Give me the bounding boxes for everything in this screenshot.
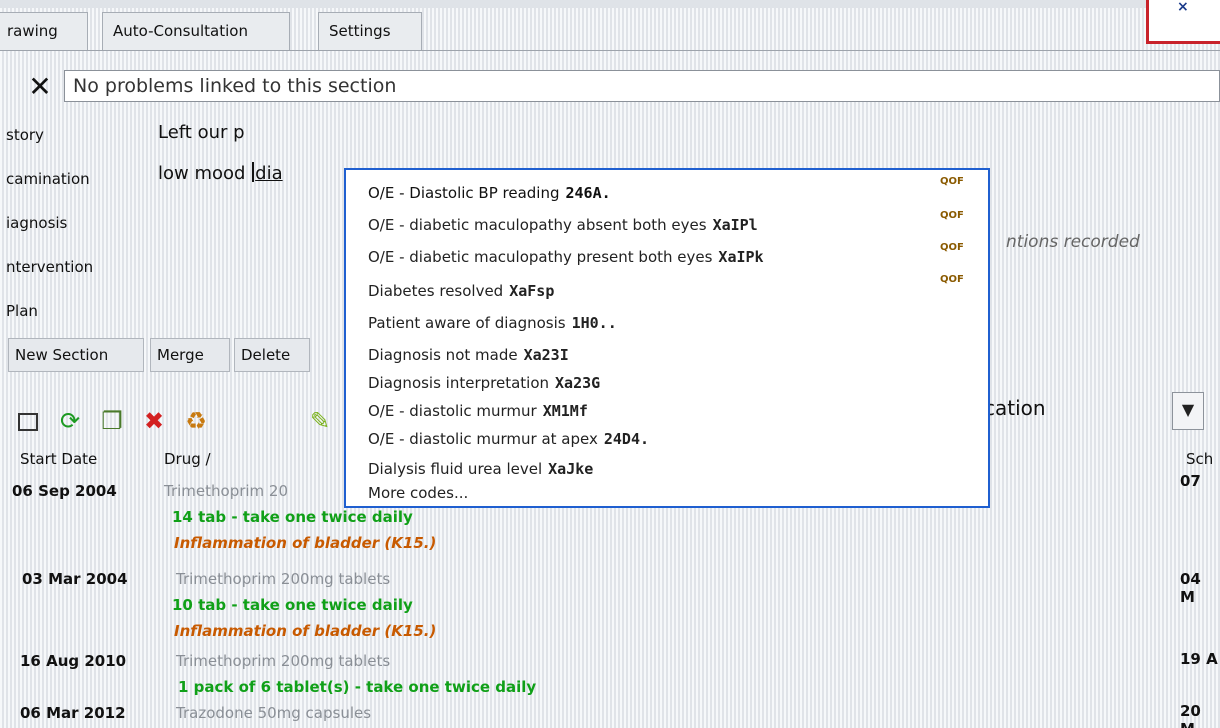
med-start-date: 03 Mar 2004 (22, 570, 128, 588)
examination-input[interactable]: low mood dia (158, 162, 283, 184)
suggestion-item[interactable]: O/E - diabetic maculopathy absent both e… (368, 210, 758, 240)
read-code: 246A. (565, 184, 611, 202)
read-code: Xa23G (555, 374, 601, 392)
delete-x-icon[interactable]: ✖ (138, 404, 170, 438)
suggestion-item[interactable]: Diabetes resolved XaFsp (368, 276, 554, 306)
problem-link-field[interactable]: No problems linked to this section (64, 70, 1220, 102)
suggestion-item[interactable]: Diagnosis not made Xa23I (368, 340, 569, 370)
med-drug[interactable]: Trimethoprim 200mg tablets (176, 570, 390, 588)
suggestion-text: O/E - Diastolic BP reading (368, 184, 560, 202)
med-drug[interactable]: Trazodone 50mg capsules (176, 704, 371, 722)
interventions-placeholder: ntions recorded (1006, 232, 1140, 252)
delete-button[interactable]: Delete (234, 338, 310, 372)
sort-indicator-icon: / (205, 450, 211, 468)
med-schedule-date: 19 A (1180, 650, 1218, 668)
close-icon[interactable]: ✕ (28, 70, 51, 103)
text-cursor (252, 162, 255, 182)
more-codes-link[interactable]: More codes... (368, 478, 468, 508)
suggestion-item[interactable]: Patient aware of diagnosis 1H0.. (368, 308, 617, 338)
qof-flag: QOF (940, 274, 964, 285)
suggestion-text: Patient aware of diagnosis (368, 314, 566, 332)
med-schedule-date: 20 M (1180, 702, 1201, 728)
suggestion-text: Dialysis fluid urea level (368, 460, 543, 478)
tab-divider (0, 50, 1220, 51)
med-drug[interactable]: Trimethoprim 200mg tablets (176, 652, 390, 670)
suggestion-item[interactable]: O/E - diabetic maculopathy present both … (368, 242, 764, 272)
field-label-plan: Plan (6, 302, 38, 320)
suggestion-item[interactable]: Diagnosis interpretation Xa23G (368, 368, 600, 398)
suggestion-text: Diabetes resolved (368, 282, 504, 300)
suggestion-item[interactable]: O/E - Diastolic BP reading 246A. (368, 178, 611, 208)
view-select-value: cation (984, 396, 1046, 420)
typed-search-term: dia (255, 163, 283, 184)
field-label-history: story (6, 126, 44, 144)
copy-icon[interactable]: ❐ (96, 404, 128, 438)
field-label-diagnosis: iagnosis (6, 214, 68, 232)
view-select[interactable]: cation ▼ (984, 392, 1220, 430)
med-start-date: 06 Sep 2004 (12, 482, 117, 500)
examination-text: low mood (158, 163, 252, 184)
tab-label: Settings (329, 22, 391, 40)
med-drug[interactable]: Trimethoprim 20 (164, 482, 288, 500)
med-dose: 14 tab - take one twice daily (172, 508, 413, 526)
read-code: XaIPk (718, 248, 764, 266)
chevron-down-icon[interactable]: ▼ (1172, 392, 1204, 430)
refresh-icon[interactable]: ⟳ (54, 404, 86, 438)
column-header-drug[interactable]: Drug / (164, 450, 211, 468)
med-schedule-date: 07 (1180, 472, 1201, 490)
title-strip (0, 0, 1220, 8)
suggestion-text: O/E - diastolic murmur (368, 402, 537, 420)
close-window-button[interactable]: × (1146, 0, 1220, 44)
read-code: XaJke (548, 460, 594, 478)
med-start-date: 06 Mar 2012 (20, 704, 126, 722)
tab-auto-consultation[interactable]: Auto-Consultation (102, 12, 290, 50)
suggestion-text: Diagnosis interpretation (368, 374, 550, 392)
consultation-window: × rawing Auto-Consultation Settings ✕ No… (0, 0, 1220, 728)
med-indication: Inflammation of bladder (K15.) (174, 534, 437, 552)
suggestion-item[interactable]: O/E - diastolic murmur at apex 24D4. (368, 424, 649, 454)
code-suggestion-dropdown: O/E - Diastolic BP reading 246A. QOF O/E … (344, 168, 990, 508)
issue-icon[interactable]: ♻ (180, 404, 212, 438)
new-section-button[interactable]: New Section (8, 338, 144, 372)
qof-flag: QOF (940, 242, 964, 253)
history-input[interactable]: Left our p (158, 122, 245, 143)
tab-label: rawing (7, 22, 58, 40)
square-icon[interactable] (12, 404, 44, 438)
tab-label: Auto-Consultation (113, 22, 248, 40)
suggestion-text: O/E - diabetic maculopathy absent both e… (368, 216, 707, 234)
qof-flag: QOF (940, 210, 964, 221)
problem-link-bar: ✕ No problems linked to this section (0, 68, 1220, 104)
read-code: Xa23I (523, 346, 569, 364)
med-dose: 10 tab - take one twice daily (172, 596, 413, 614)
field-label-examination: camination (6, 170, 90, 188)
tab-drawing[interactable]: rawing (0, 12, 88, 50)
read-code: XaFsp (509, 282, 555, 300)
read-code: XaIPl (712, 216, 758, 234)
close-icon[interactable]: × (1177, 0, 1189, 15)
suggestion-item[interactable]: O/E - diastolic murmur XM1Mf (368, 396, 588, 426)
tab-settings[interactable]: Settings (318, 12, 422, 50)
read-code: 1H0.. (571, 314, 617, 332)
column-header-start-date[interactable]: Start Date (20, 450, 97, 468)
med-indication: Inflammation of bladder (K15.) (174, 622, 437, 640)
merge-button[interactable]: Merge (150, 338, 230, 372)
field-label-intervention: ntervention (6, 258, 94, 276)
read-code: 24D4. (603, 430, 650, 448)
med-schedule-date: 04 M (1180, 570, 1201, 606)
pencil-icon[interactable]: ✎ (304, 404, 336, 438)
suggestion-text: Diagnosis not made (368, 346, 518, 364)
clear-problem-button[interactable]: ✕ (18, 72, 62, 102)
qof-flag: QOF (940, 176, 964, 187)
column-header-schedule[interactable]: Sch (1186, 450, 1213, 468)
med-start-date: 16 Aug 2010 (20, 652, 127, 670)
suggestion-text: O/E - diabetic maculopathy present both … (368, 248, 713, 266)
med-dose: 1 pack of 6 tablet(s) - take one twice d… (178, 678, 537, 696)
read-code: XM1Mf (542, 402, 588, 420)
suggestion-text: O/E - diastolic murmur at apex (368, 430, 598, 448)
drug-header-label: Drug (164, 450, 201, 468)
